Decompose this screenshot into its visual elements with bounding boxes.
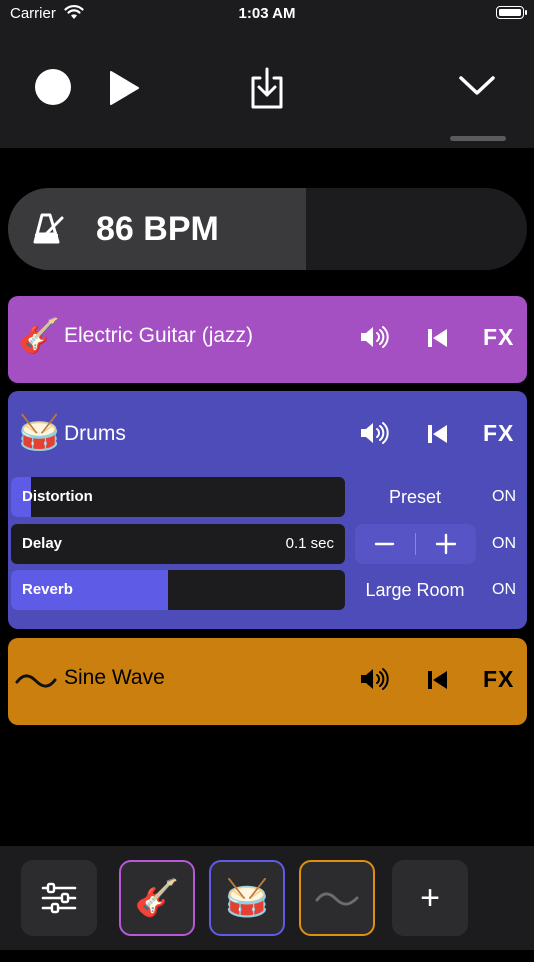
guitar-track-tile[interactable]: 🎸 — [119, 860, 195, 936]
drum-icon: 🥁 — [224, 877, 270, 918]
distortion-toggle[interactable]: ON — [488, 477, 520, 517]
track-name: Electric Guitar (jazz) — [64, 324, 254, 347]
fx-button[interactable]: FX — [483, 420, 514, 447]
reverb-preset-label[interactable]: Large Room — [355, 570, 475, 610]
collapse-button[interactable] — [458, 74, 496, 103]
transport-toolbar — [0, 30, 534, 148]
reverb-slider[interactable]: Reverb — [11, 570, 345, 610]
delay-slider[interactable]: Delay 0.1 sec — [11, 524, 345, 564]
sliders-icon — [21, 860, 97, 936]
fx-button[interactable]: FX — [483, 324, 514, 351]
export-button[interactable] — [248, 66, 286, 115]
increment-button[interactable] — [416, 524, 476, 564]
effect-name: Distortion — [22, 488, 93, 505]
reverb-toggle[interactable]: ON — [488, 570, 520, 610]
decrement-button[interactable] — [355, 524, 415, 564]
track-sine-wave[interactable]: Sine Wave FX — [8, 638, 527, 725]
minus-icon — [374, 542, 395, 546]
effect-name: Delay — [22, 535, 63, 552]
play-icon — [110, 71, 139, 105]
rewind-icon[interactable] — [427, 424, 449, 449]
play-button[interactable] — [108, 70, 140, 111]
distortion-slider[interactable]: Distortion — [11, 477, 345, 517]
plus-icon — [435, 533, 457, 555]
clock: 1:03 AM — [238, 5, 296, 22]
drag-handle[interactable] — [450, 136, 506, 141]
speaker-icon[interactable] — [359, 667, 391, 696]
track-name: Drums — [64, 422, 126, 445]
fx-button[interactable]: FX — [483, 666, 514, 693]
export-icon — [251, 67, 283, 109]
metronome-icon — [32, 212, 66, 251]
effect-value: 0.1 sec — [285, 535, 334, 552]
tempo-slider[interactable]: 86 BPM — [8, 188, 527, 270]
mixer-button[interactable] — [21, 860, 97, 936]
track-name: Sine Wave — [64, 666, 165, 689]
effect-name: Reverb — [22, 581, 73, 598]
preset-label[interactable]: Preset — [355, 477, 475, 517]
drum-icon: 🥁 — [18, 414, 61, 452]
track-electric-guitar[interactable]: 🎸 Electric Guitar (jazz) FX — [8, 296, 527, 383]
sine-wave-icon — [301, 862, 373, 934]
track-drums[interactable]: 🥁 Drums FX Distortion Preset ON Delay 0.… — [8, 391, 527, 629]
record-button[interactable] — [35, 69, 71, 105]
status-bar: Carrier 1:03 AM — [0, 0, 534, 30]
chevron-down-icon — [459, 76, 495, 95]
rewind-icon[interactable] — [427, 328, 449, 353]
tempo-label: 86 BPM — [96, 210, 219, 248]
guitar-icon: 🎸 — [18, 317, 61, 355]
drums-track-tile[interactable]: 🥁 — [209, 860, 285, 936]
speaker-icon[interactable] — [359, 421, 391, 450]
add-track-button[interactable]: + — [392, 860, 468, 936]
instrument-bar: 🎸 🥁 + — [0, 846, 534, 950]
sine-track-tile[interactable] — [299, 860, 375, 936]
battery-icon — [496, 6, 527, 19]
speaker-icon[interactable] — [359, 325, 391, 354]
sine-wave-icon — [15, 660, 57, 709]
rewind-icon[interactable] — [427, 670, 449, 695]
delay-toggle[interactable]: ON — [488, 524, 520, 564]
plus-icon: + — [420, 879, 440, 917]
delay-stepper[interactable] — [355, 524, 476, 564]
guitar-icon: 🎸 — [134, 877, 180, 918]
